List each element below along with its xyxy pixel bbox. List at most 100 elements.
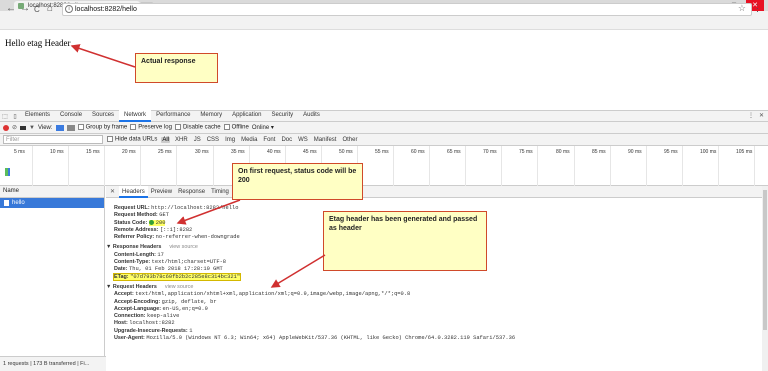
header-key: Request Method: (114, 212, 158, 219)
tab-preview[interactable]: Preview (148, 186, 175, 198)
tab-sources[interactable]: Sources (87, 110, 119, 122)
throttle-select[interactable]: Online ▾ (252, 124, 274, 131)
timeline-overview[interactable]: 5 ms 10 ms 15 ms 20 ms 25 ms 30 ms 35 ms 40 ms 4… (0, 146, 768, 186)
preserve-log-label: Preserve log (138, 124, 172, 131)
status-highlight: 200 (148, 219, 166, 226)
inspect-icon[interactable]: ⬚ (0, 113, 10, 120)
reload-icon[interactable]: C (34, 4, 40, 16)
header-value: 1 (189, 327, 193, 334)
scrollbar[interactable] (762, 186, 768, 371)
header-value: Mozilla/5.0 (Windows NT 6.3; Win64; x64)… (146, 335, 516, 342)
tab-application[interactable]: Application (227, 110, 266, 122)
forward-icon[interactable]: → (20, 3, 30, 15)
offline-toggle[interactable]: Offline (223, 124, 249, 131)
tab-elements[interactable]: Elements (20, 110, 55, 122)
filter-type-img[interactable]: Img (224, 137, 236, 143)
timeline-gridline (140, 146, 141, 186)
timeline-gridline (574, 146, 575, 186)
checkbox-icon (107, 136, 113, 143)
filter-type-xhr[interactable]: XHR (174, 137, 189, 143)
filter-input[interactable]: Filter (3, 135, 103, 144)
tab-console[interactable]: Console (55, 110, 87, 122)
address-bar[interactable]: i localhost:8282/hello (62, 3, 752, 16)
capture-icon[interactable] (20, 125, 27, 130)
info-icon[interactable]: i (65, 5, 73, 13)
filter-icon[interactable]: ▼ (29, 125, 35, 131)
timeline-gridline (429, 146, 430, 186)
tab-response[interactable]: Response (175, 186, 208, 198)
status-dot-icon (148, 219, 154, 225)
filter-type-ws[interactable]: WS (297, 137, 309, 143)
timeline-tick-label: 105 ms (736, 149, 753, 155)
view-source-link[interactable]: view source (165, 284, 193, 290)
device-toggle-icon[interactable]: ▯ (10, 113, 20, 120)
callout-actual-response: Actual response (135, 53, 218, 83)
header-value: text/html,application/xhtml+xml,applicat… (135, 291, 411, 298)
filter-type-manifest[interactable]: Manifest (313, 137, 338, 143)
bookmark-star-icon[interactable]: ☆ (738, 3, 746, 14)
scrollbar-thumb[interactable] (763, 190, 767, 330)
offline-label: Offline (231, 124, 249, 131)
header-key: Remote Address: (114, 226, 159, 233)
filter-type-all[interactable]: All (161, 136, 171, 143)
home-icon[interactable]: ⌂ (47, 3, 53, 15)
section-title: Response Headers (112, 244, 162, 251)
host-row: Host: localhost:8282 (106, 320, 756, 327)
filter-type-js[interactable]: JS (193, 137, 202, 143)
timeline-gridline (682, 146, 683, 186)
menu-icon[interactable]: ⋮ (753, 3, 762, 14)
timeline-tick-label: 100 ms (700, 149, 717, 155)
devtools-close-icon[interactable]: ✕ (759, 111, 764, 122)
header-value: http://localhost:8282/hello (151, 205, 239, 211)
header-key: Accept-Language: (114, 305, 162, 312)
tab-timing[interactable]: Timing (208, 186, 232, 198)
detail-tabs: ✕ Headers Preview Response Timing (106, 185, 768, 198)
preserve-log-toggle[interactable]: Preserve log (130, 124, 172, 131)
arrow-to-response (70, 44, 136, 68)
timeline-gridline (104, 146, 105, 186)
view-source-link[interactable]: view source (169, 244, 197, 250)
timeline-tick-label: 90 ms (628, 149, 642, 155)
tab-headers[interactable]: Headers (119, 185, 148, 198)
group-by-frame-toggle[interactable]: Group by frame (77, 124, 127, 131)
clear-icon[interactable]: ⊘ (12, 124, 17, 131)
timeline-tick-label: 20 ms (122, 149, 136, 155)
request-name: hello (12, 200, 25, 206)
header-key: Upgrade-Insecure-Requests: (114, 327, 188, 334)
header-key: Request URL: (114, 205, 150, 211)
request-headers-section[interactable]: ▼ Request Headers view source (106, 284, 756, 291)
large-rows-icon[interactable] (55, 124, 64, 131)
tab-network[interactable]: Network (119, 110, 152, 122)
timeline-gridline (718, 146, 719, 186)
accept-language-row: Accept-Language: en-US,en;q=0.9 (106, 306, 756, 313)
filter-type-media[interactable]: Media (240, 137, 258, 143)
header-key: Accept-Encoding: (114, 298, 161, 305)
filter-type-font[interactable]: Font (262, 137, 276, 143)
filter-type-other[interactable]: Other (341, 137, 358, 143)
name-column-header[interactable]: Name (0, 186, 104, 198)
disable-cache-toggle[interactable]: Disable cache (174, 124, 221, 131)
timeline-gridline (646, 146, 647, 186)
header-value: Thu, 01 Feb 2018 17:28:10 GMT (128, 266, 223, 273)
tab-memory[interactable]: Memory (195, 110, 227, 122)
list-item[interactable]: hello (0, 198, 104, 208)
tab-performance[interactable]: Performance (151, 110, 195, 122)
upgrade-insecure-row: Upgrade-Insecure-Requests: 1 (106, 328, 756, 335)
record-icon[interactable] (3, 124, 9, 131)
more-options-icon[interactable]: ⋮ (748, 111, 754, 122)
timeline-gridline (393, 146, 394, 186)
filter-type-css[interactable]: CSS (206, 137, 220, 143)
tab-security[interactable]: Security (266, 110, 298, 122)
close-details-icon[interactable]: ✕ (106, 188, 119, 195)
hide-data-urls-toggle[interactable]: Hide data URLs (107, 136, 157, 143)
header-key: ETag: (114, 273, 129, 280)
requests-list: Name hello (0, 186, 105, 356)
waterfall-icon[interactable] (66, 124, 75, 131)
timeline-tick-label: 95 ms (664, 149, 678, 155)
filter-type-doc[interactable]: Doc (280, 137, 293, 143)
back-icon[interactable]: ← (6, 3, 16, 15)
hide-data-urls-label: Hide data URLs (115, 136, 158, 143)
throttle-value: Online (251, 125, 270, 131)
timeline-gridline (537, 146, 538, 186)
tab-audits[interactable]: Audits (298, 110, 325, 122)
